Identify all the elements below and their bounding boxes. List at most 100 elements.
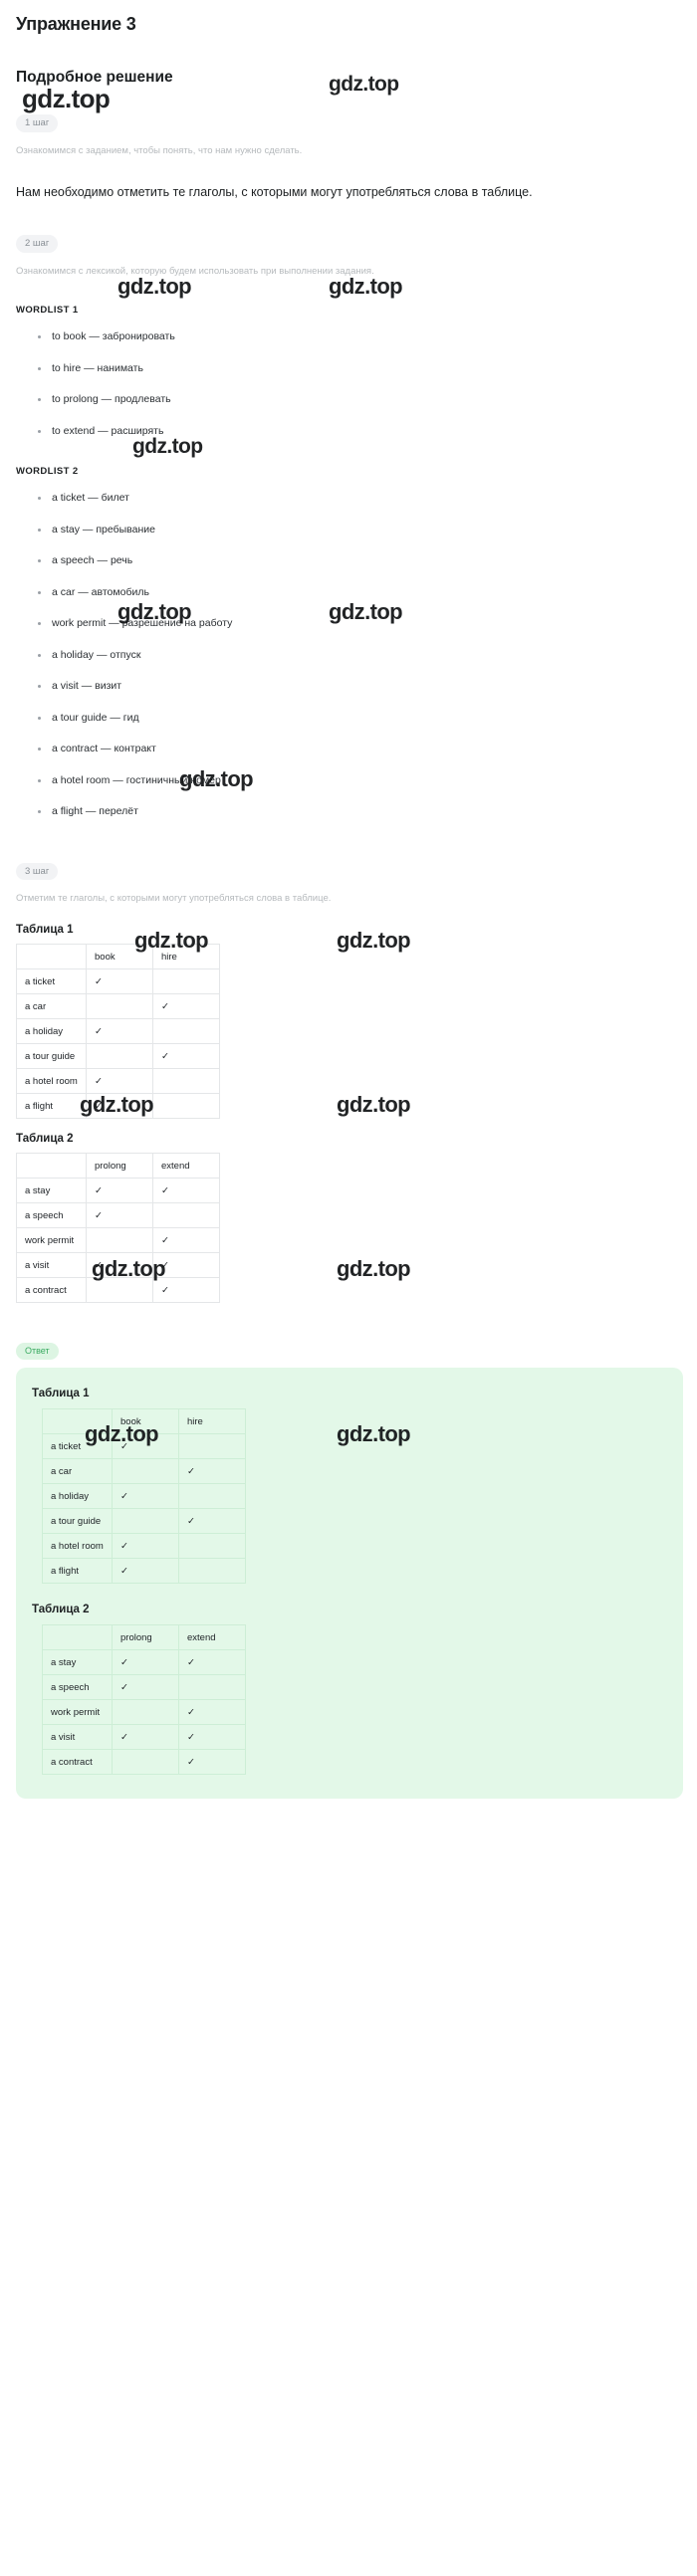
cell-mark: ✓ xyxy=(178,1699,246,1726)
table-1: book hire a ticket ✓ a car ✓ a holiday ✓… xyxy=(16,944,220,1120)
list-item: a visit — визит xyxy=(38,681,681,692)
list-item: to prolong — продлевать xyxy=(38,394,681,405)
step-1-block: 1 шаг Ознакомимся с заданием, чтобы поня… xyxy=(16,112,681,205)
table-2-caption: Таблица 2 xyxy=(16,1133,74,1146)
row-label: a hotel room xyxy=(16,1068,87,1095)
cell-mark xyxy=(152,968,220,995)
list-item: a contract — контракт xyxy=(38,744,681,754)
row-label: a flight xyxy=(16,1093,87,1120)
answer-table-2-col-0 xyxy=(42,1624,113,1651)
row-label: a speech xyxy=(42,1674,113,1701)
row-label: a contract xyxy=(42,1749,113,1776)
row-label: a visit xyxy=(42,1724,113,1751)
cell-mark xyxy=(112,1699,179,1726)
table-header-row: prolong extend xyxy=(16,1153,220,1180)
row-label: a ticket xyxy=(16,968,87,995)
cell-mark xyxy=(152,1018,220,1045)
row-label: a holiday xyxy=(42,1483,113,1510)
cell-mark: ✓ xyxy=(178,1749,246,1776)
row-label: a tour guide xyxy=(16,1043,87,1070)
step-1-chip: 1 шаг xyxy=(16,114,59,132)
cell-mark: ✓ xyxy=(178,1508,246,1535)
list-item: work permit — разрешение на работу xyxy=(38,618,681,629)
table-row: a holiday ✓ xyxy=(16,1018,220,1045)
table-row: a car ✓ xyxy=(42,1458,246,1485)
cell-mark xyxy=(86,993,153,1020)
list-item: a holiday — отпуск xyxy=(38,650,681,661)
answer-table-1-col-0 xyxy=(42,1408,113,1435)
cell-mark: ✓ xyxy=(152,1227,220,1254)
wordlist-2-block: WORDLIST 2 a ticket — билет a stay — пре… xyxy=(16,466,681,817)
row-label: a flight xyxy=(42,1558,113,1585)
table-1-col-1: book xyxy=(86,944,153,970)
step-1-body: Нам необходимо отметить те глаголы, с ко… xyxy=(16,184,533,199)
cell-mark xyxy=(112,1458,179,1485)
cell-mark: ✓ xyxy=(152,1178,220,1204)
cell-mark xyxy=(178,1558,246,1585)
table-1-col-2: hire xyxy=(152,944,220,970)
table-1-caption: Таблица 1 xyxy=(16,924,74,937)
list-item: to extend — расширять xyxy=(38,426,681,437)
cell-mark: ✓ xyxy=(178,1649,246,1676)
cell-mark: ✓ xyxy=(86,1018,153,1045)
table-row: work permit ✓ xyxy=(16,1227,220,1254)
step-2-hint: Ознакомимся с лексикой, которую будем ис… xyxy=(16,265,374,277)
table-row: a tour guide ✓ xyxy=(16,1043,220,1070)
table-row: a hotel room ✓ xyxy=(42,1533,246,1560)
step-3-hint: Отметим те глаголы, с которыми могут упо… xyxy=(16,893,332,905)
table-row: a contract ✓ xyxy=(16,1277,220,1304)
cell-mark xyxy=(112,1749,179,1776)
cell-mark: ✓ xyxy=(152,993,220,1020)
table-row: a hotel room ✓ xyxy=(16,1068,220,1095)
row-label: a car xyxy=(16,993,87,1020)
table-2-col-0 xyxy=(16,1153,87,1180)
row-label: a speech xyxy=(16,1202,87,1229)
answer-table-2: prolong extend a stay ✓ ✓ a speech ✓ wor… xyxy=(42,1624,246,1776)
cell-mark: ✓ xyxy=(86,1202,153,1229)
list-item: a ticket — билет xyxy=(38,493,681,504)
cell-mark xyxy=(86,1043,153,1070)
step-3-chip: 3 шаг xyxy=(16,862,59,881)
table-2-col-2: extend xyxy=(152,1153,220,1180)
cell-mark: ✓ xyxy=(86,1068,153,1095)
cell-mark: ✓ xyxy=(152,1277,220,1304)
answer-block: Ответ Таблица 1 book hire a ticket ✓ a c… xyxy=(16,1317,683,1800)
cell-mark: ✓ xyxy=(152,1252,220,1279)
step-1-hint: Ознакомимся с заданием, чтобы понять, чт… xyxy=(16,144,303,156)
table-2-col-1: prolong xyxy=(86,1153,153,1180)
table-row: a speech ✓ xyxy=(42,1674,246,1701)
step-3-block: 3 шаг Отметим те глаголы, с которыми мог… xyxy=(16,861,681,907)
page-title: Упражнение 3 xyxy=(16,14,136,34)
table-row: a car ✓ xyxy=(16,993,220,1020)
cell-mark xyxy=(178,1483,246,1510)
cell-mark xyxy=(152,1202,220,1229)
list-item: a stay — пребывание xyxy=(38,525,681,536)
answer-chip: Ответ xyxy=(16,1343,59,1361)
row-label: a visit xyxy=(16,1252,87,1279)
table-row: a stay ✓ ✓ xyxy=(42,1649,246,1676)
table-row: a stay ✓ ✓ xyxy=(16,1178,220,1204)
cell-mark xyxy=(178,1533,246,1560)
cell-mark: ✓ xyxy=(112,1433,179,1460)
cell-mark: ✓ xyxy=(86,1252,153,1279)
answer-table-1-col-2: hire xyxy=(178,1408,246,1435)
cell-mark xyxy=(178,1674,246,1701)
row-label: a holiday xyxy=(16,1018,87,1045)
row-label: a stay xyxy=(42,1649,113,1676)
step-2-chip: 2 шаг xyxy=(16,235,59,253)
row-label: a stay xyxy=(16,1178,87,1204)
table-2: prolong extend a stay ✓ ✓ a speech ✓ wor… xyxy=(16,1153,220,1304)
row-label: work permit xyxy=(42,1699,113,1726)
table-row: work permit ✓ xyxy=(42,1699,246,1726)
answer-table-2-col-2: extend xyxy=(178,1624,246,1651)
cell-mark: ✓ xyxy=(178,1458,246,1485)
table-row: a visit ✓ ✓ xyxy=(16,1252,220,1279)
list-item: to hire — нанимать xyxy=(38,363,681,374)
page-root: Упражнение 3 Подробное решение 1 шаг Озн… xyxy=(0,0,697,2576)
cell-mark: ✓ xyxy=(112,1724,179,1751)
table-header-row: book hire xyxy=(42,1408,246,1435)
table-1-block: Таблица 1 book hire a ticket ✓ a car ✓ a… xyxy=(16,924,681,1120)
wordlist-1-items: to book — забронировать to hire — нанима… xyxy=(16,331,681,436)
table-2-block: Таблица 2 prolong extend a stay ✓ ✓ a sp… xyxy=(16,1133,681,1304)
list-item: a speech — речь xyxy=(38,555,681,566)
